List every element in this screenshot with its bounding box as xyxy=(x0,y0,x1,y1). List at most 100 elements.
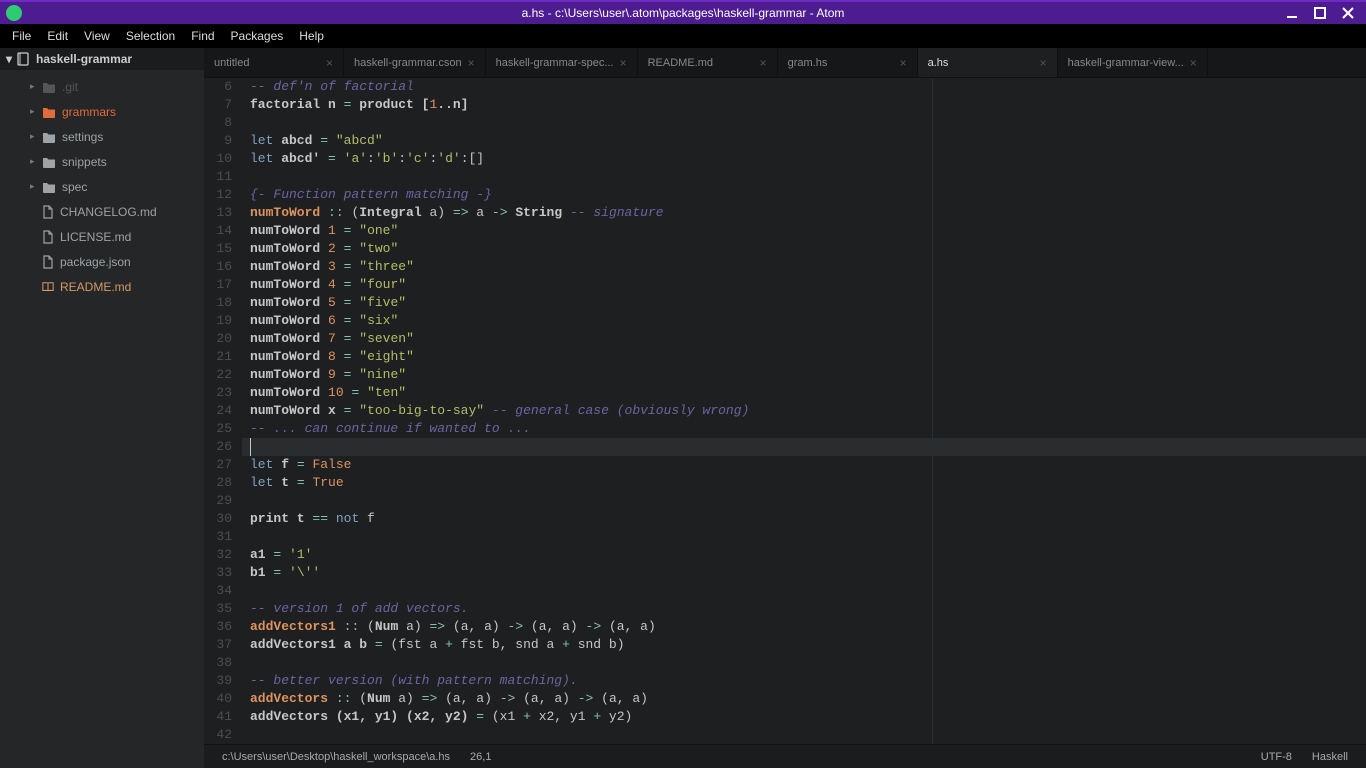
tree-item-changelog-md[interactable]: CHANGELOG.md xyxy=(0,199,204,224)
line-number[interactable]: 8 xyxy=(204,114,232,132)
line-number[interactable]: 41 xyxy=(204,708,232,726)
status-file-path[interactable]: c:\Users\user\Desktop\haskell_workspace\… xyxy=(212,751,460,763)
menu-find[interactable]: Find xyxy=(183,29,222,43)
code-line[interactable] xyxy=(242,168,1366,186)
code-line[interactable]: let f = False xyxy=(242,456,1366,474)
line-number[interactable]: 38 xyxy=(204,654,232,672)
line-number[interactable]: 9 xyxy=(204,132,232,150)
line-number[interactable]: 32 xyxy=(204,546,232,564)
tab-haskell-grammar-view-[interactable]: haskell-grammar-view...× xyxy=(1058,48,1208,77)
line-number[interactable]: 29 xyxy=(204,492,232,510)
tab-close-icon[interactable]: × xyxy=(900,56,907,70)
code-line[interactable]: numToWord 7 = "seven" xyxy=(242,330,1366,348)
tab-bar[interactable]: untitled×haskell-grammar.cson×haskell-gr… xyxy=(204,48,1366,78)
code-line[interactable]: a1 = '1' xyxy=(242,546,1366,564)
tree-item-settings[interactable]: ▸settings xyxy=(0,124,204,149)
status-grammar[interactable]: Haskell xyxy=(1302,751,1358,763)
code-line[interactable] xyxy=(242,582,1366,600)
code-line[interactable]: addVectors (x1, y1) (x2, y2) = (x1 + x2,… xyxy=(242,708,1366,726)
line-number[interactable]: 34 xyxy=(204,582,232,600)
line-number[interactable]: 20 xyxy=(204,330,232,348)
text-editor[interactable]: 6789101112131415161718192021222324252627… xyxy=(204,78,1366,744)
tab-close-icon[interactable]: × xyxy=(1040,56,1047,70)
line-number[interactable]: 31 xyxy=(204,528,232,546)
code-line[interactable]: -- better version (with pattern matching… xyxy=(242,672,1366,690)
code-line[interactable] xyxy=(242,438,1366,456)
code-line[interactable] xyxy=(242,726,1366,744)
code-line[interactable]: -- version 1 of add vectors. xyxy=(242,600,1366,618)
code-line[interactable]: print t == not f xyxy=(242,510,1366,528)
line-number[interactable]: 40 xyxy=(204,690,232,708)
line-number[interactable]: 23 xyxy=(204,384,232,402)
code-line[interactable] xyxy=(242,654,1366,672)
code-line[interactable]: addVectors1 :: (Num a) => (a, a) -> (a, … xyxy=(242,618,1366,636)
line-number[interactable]: 27 xyxy=(204,456,232,474)
tab-close-icon[interactable]: × xyxy=(468,56,475,70)
code-line[interactable]: b1 = '\'' xyxy=(242,564,1366,582)
maximize-button[interactable] xyxy=(1306,2,1334,24)
tab-untitled[interactable]: untitled× xyxy=(204,48,344,77)
line-number[interactable]: 24 xyxy=(204,402,232,420)
line-number[interactable]: 19 xyxy=(204,312,232,330)
menu-edit[interactable]: Edit xyxy=(39,29,76,43)
menu-packages[interactable]: Packages xyxy=(223,29,292,43)
status-encoding[interactable]: UTF-8 xyxy=(1251,751,1302,763)
code-line[interactable]: let t = True xyxy=(242,474,1366,492)
project-root[interactable]: ▾ haskell-grammar xyxy=(0,48,204,70)
line-number[interactable]: 13 xyxy=(204,204,232,222)
line-number[interactable]: 16 xyxy=(204,258,232,276)
code-line[interactable]: let abcd = "abcd" xyxy=(242,132,1366,150)
editor-content[interactable]: -- def'n of factorialfactorial n = produ… xyxy=(242,78,1366,744)
code-line[interactable]: numToWord 10 = "ten" xyxy=(242,384,1366,402)
tab-close-icon[interactable]: × xyxy=(760,56,767,70)
code-line[interactable]: numToWord 3 = "three" xyxy=(242,258,1366,276)
line-number[interactable]: 36 xyxy=(204,618,232,636)
tab-readme-md[interactable]: README.md× xyxy=(638,48,778,77)
menu-help[interactable]: Help xyxy=(291,29,332,43)
minimize-button[interactable] xyxy=(1278,2,1306,24)
tree-view-panel[interactable]: ▾ haskell-grammar ▸.git▸grammars▸setting… xyxy=(0,48,204,768)
tree-item--git[interactable]: ▸.git xyxy=(0,74,204,99)
line-number-gutter[interactable]: 6789101112131415161718192021222324252627… xyxy=(204,78,242,744)
line-number[interactable]: 15 xyxy=(204,240,232,258)
code-line[interactable]: numToWord 9 = "nine" xyxy=(242,366,1366,384)
line-number[interactable]: 22 xyxy=(204,366,232,384)
code-line[interactable] xyxy=(242,528,1366,546)
tab-close-icon[interactable]: × xyxy=(1190,56,1197,70)
line-number[interactable]: 7 xyxy=(204,96,232,114)
tree-item-grammars[interactable]: ▸grammars xyxy=(0,99,204,124)
tab-haskell-grammar-spec-[interactable]: haskell-grammar-spec...× xyxy=(486,48,638,77)
status-cursor-position[interactable]: 26,1 xyxy=(460,751,501,763)
code-line[interactable]: addVectors :: (Num a) => (a, a) -> (a, a… xyxy=(242,690,1366,708)
line-number[interactable]: 33 xyxy=(204,564,232,582)
code-line[interactable] xyxy=(242,114,1366,132)
line-number[interactable]: 35 xyxy=(204,600,232,618)
code-line[interactable]: let abcd' = 'a':'b':'c':'d':[] xyxy=(242,150,1366,168)
tree-item-license-md[interactable]: LICENSE.md xyxy=(0,224,204,249)
code-line[interactable]: -- ... can continue if wanted to ... xyxy=(242,420,1366,438)
line-number[interactable]: 30 xyxy=(204,510,232,528)
line-number[interactable]: 17 xyxy=(204,276,232,294)
code-line[interactable]: numToWord :: (Integral a) => a -> String… xyxy=(242,204,1366,222)
code-line[interactable] xyxy=(242,492,1366,510)
tree-item-package-json[interactable]: package.json xyxy=(0,249,204,274)
line-number[interactable]: 18 xyxy=(204,294,232,312)
line-number[interactable]: 21 xyxy=(204,348,232,366)
line-number[interactable]: 39 xyxy=(204,672,232,690)
code-line[interactable]: numToWord 5 = "five" xyxy=(242,294,1366,312)
code-line[interactable]: numToWord 2 = "two" xyxy=(242,240,1366,258)
code-line[interactable]: numToWord 1 = "one" xyxy=(242,222,1366,240)
menu-view[interactable]: View xyxy=(76,29,118,43)
tab-haskell-grammar-cson[interactable]: haskell-grammar.cson× xyxy=(344,48,486,77)
close-button[interactable] xyxy=(1334,2,1362,24)
tree-item-spec[interactable]: ▸spec xyxy=(0,174,204,199)
tab-gram-hs[interactable]: gram.hs× xyxy=(778,48,918,77)
tree-item-snippets[interactable]: ▸snippets xyxy=(0,149,204,174)
line-number[interactable]: 42 xyxy=(204,726,232,744)
code-line[interactable]: numToWord 6 = "six" xyxy=(242,312,1366,330)
line-number[interactable]: 6 xyxy=(204,78,232,96)
menu-file[interactable]: File xyxy=(4,29,39,43)
code-line[interactable]: numToWord 4 = "four" xyxy=(242,276,1366,294)
code-line[interactable]: addVectors1 a b = (fst a + fst b, snd a … xyxy=(242,636,1366,654)
line-number[interactable]: 28 xyxy=(204,474,232,492)
